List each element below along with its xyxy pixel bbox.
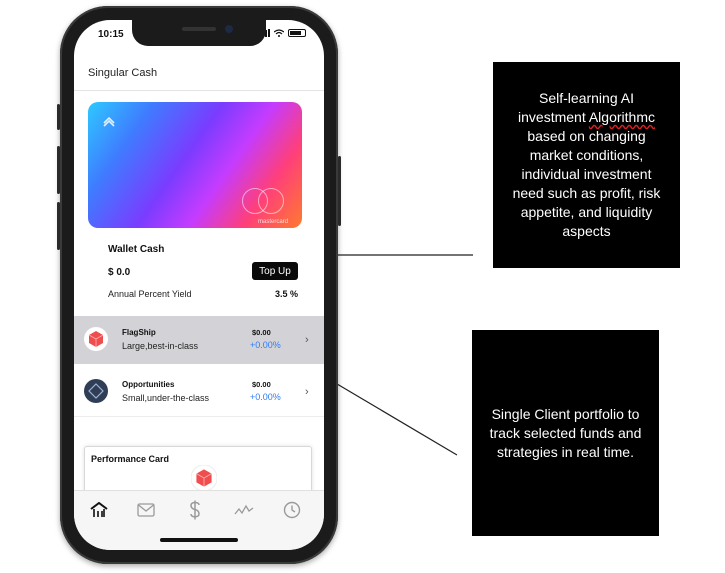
wifi-icon (274, 29, 284, 37)
portfolio-amount: $0.00 (252, 380, 271, 389)
activity-icon (234, 504, 254, 515)
card-brand: mastercard (257, 219, 288, 225)
portfolio-description: Small,under-the-class (122, 393, 210, 403)
clock-icon (283, 501, 301, 519)
tab-history[interactable] (281, 499, 303, 521)
status-icons (259, 29, 306, 37)
portfolio-change: +0.00% (250, 392, 281, 402)
tab-activity[interactable] (233, 499, 255, 521)
portfolio-amount: $0.00 (252, 328, 271, 337)
callout-misspelled-word: Algorithmc (588, 109, 655, 125)
portfolio-row-flagship[interactable]: FlagShip Large,best-in-class $0.00 +0.00… (74, 316, 324, 364)
chevron-right-icon: › (305, 334, 309, 346)
cube-icon (191, 465, 217, 491)
tab-cash[interactable] (184, 499, 206, 521)
connector-portfolio (331, 380, 458, 456)
apy-label: Annual Percent Yield (108, 289, 192, 299)
power-button (338, 156, 341, 226)
portfolio-name: FlagShip (122, 328, 156, 337)
phone-frame: 10:15 Singular Cash mastercard Wallet Ca… (57, 6, 341, 564)
callout-ai-algorithm: Self-learning AI investment Algorithmc b… (493, 62, 680, 268)
speaker (182, 27, 216, 31)
callout-ai-algorithm-text: Self-learning AI investment Algorithmc b… (507, 89, 666, 241)
wallet-balance: $ 0.0 (108, 267, 131, 278)
diamond-icon (84, 379, 108, 403)
performance-card-title: Performance Card (91, 454, 170, 464)
volume-up-button (57, 146, 60, 194)
portfolio-change: +0.00% (250, 340, 281, 350)
mastercard-logo-icon (242, 188, 288, 218)
wallet-title: Wallet Cash (108, 244, 165, 255)
battery-icon (288, 29, 306, 37)
callout-text-end: based on changing market conditions, ind… (512, 128, 661, 239)
home-indicator (160, 538, 238, 542)
tab-messages[interactable] (135, 499, 157, 521)
app-title: Singular Cash (88, 67, 158, 79)
front-camera (225, 25, 233, 33)
portfolio-name: Opportunities (122, 380, 175, 389)
callout-client-portfolio-text: Single Client portfolio to track selecte… (489, 405, 642, 460)
volume-down-button (57, 202, 60, 250)
callout-client-portfolio: Single Client portfolio to track selecte… (472, 330, 659, 536)
payment-card[interactable]: mastercard (88, 102, 302, 228)
portfolio-description: Large,best-in-class (122, 341, 199, 351)
apy-value: 3.5 % (274, 289, 298, 299)
card-logo-icon (103, 116, 115, 127)
status-time: 10:15 (98, 29, 124, 40)
phone-screen: 10:15 Singular Cash mastercard Wallet Ca… (74, 20, 324, 550)
top-up-button[interactable]: Top Up (252, 262, 298, 280)
notch (132, 20, 266, 46)
cube-icon (84, 327, 108, 351)
dollar-icon (190, 500, 200, 520)
mail-icon (137, 503, 155, 517)
title-divider (74, 90, 324, 91)
home-icon (90, 502, 108, 517)
tab-home[interactable] (88, 499, 110, 521)
chevron-right-icon: › (305, 386, 309, 398)
mute-switch (57, 104, 60, 130)
portfolio-row-opportunities[interactable]: Opportunities Small,under-the-class $0.0… (74, 368, 324, 417)
